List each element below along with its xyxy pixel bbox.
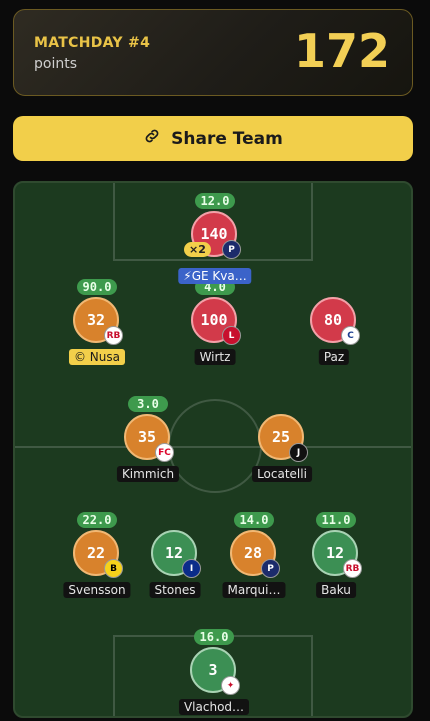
player-points-chip: 12.0	[195, 193, 235, 209]
player-name: Stones	[149, 582, 201, 598]
club-badge-icon: ✦	[221, 676, 240, 695]
matchday-summary-card: MATCHDAY #4 points 172	[13, 9, 413, 96]
player-name: Locatelli	[252, 466, 312, 482]
player-name-captain: © Nusa	[68, 349, 126, 365]
player-name: Kimmich	[116, 466, 180, 482]
player-name: Svensson	[63, 582, 131, 598]
player-points-chip: 14.0	[234, 512, 274, 528]
player-card-paz[interactable]: 80 C Paz	[289, 276, 379, 366]
points-value: 172	[293, 24, 390, 78]
club-badge-icon: P	[222, 240, 241, 259]
matchday-label: MATCHDAY #4	[34, 35, 151, 51]
club-badge-icon: L	[222, 326, 241, 345]
player-points-chip: 16.0	[194, 629, 234, 645]
player-card-stones[interactable]: 12 I Stones	[130, 509, 220, 599]
player-card-kvaratskhelia[interactable]: 12.0 140 P ×2 ⚡GE Kva…	[170, 190, 260, 284]
share-team-label: Share Team	[171, 128, 283, 149]
player-card-marquinhos[interactable]: 14.0 28 P Marqui…	[209, 509, 299, 599]
player-name: Wirtz	[194, 349, 236, 365]
player-card-goalkeeper[interactable]: 16.0 3 ✦ Vlachod…	[169, 626, 259, 716]
player-points-chip: 22.0	[77, 512, 117, 528]
player-card-baku[interactable]: 11.0 12 RB Baku	[291, 509, 381, 599]
link-icon	[143, 127, 161, 150]
club-badge-icon: RB	[343, 559, 362, 578]
club-badge-icon: RB	[104, 326, 123, 345]
player-card-svensson[interactable]: 22.0 22 B Svensson	[52, 509, 142, 599]
player-points-chip: 11.0	[316, 512, 356, 528]
club-badge-icon: FC	[155, 443, 174, 462]
pitch: 16.0 3 ✦ Vlachod… 22.0 22 B Svensson 12 …	[13, 181, 413, 718]
multiplier-badge: ×2	[184, 242, 211, 257]
club-badge-icon: C	[341, 326, 360, 345]
player-name-boosted: ⚡GE Kva…	[178, 268, 252, 284]
player-card-kimmich[interactable]: 3.0 35 FC Kimmich	[103, 393, 193, 483]
club-badge-icon: J	[289, 443, 308, 462]
club-badge-icon: I	[182, 559, 201, 578]
player-card-locatelli[interactable]: 25 J Locatelli	[237, 393, 327, 483]
player-card-wirtz[interactable]: 4.0 100 L Wirtz	[170, 276, 260, 366]
share-team-button[interactable]: Share Team	[13, 116, 413, 161]
player-name: Paz	[318, 349, 350, 365]
player-points-chip: 90.0	[77, 279, 117, 295]
player-name: Vlachod…	[178, 699, 250, 715]
player-card-nusa[interactable]: 90.0 32 RB © Nusa	[52, 276, 142, 366]
player-name: Marqui…	[222, 582, 286, 598]
points-label: points	[34, 56, 77, 72]
player-name: Baku	[316, 582, 356, 598]
club-badge-icon: B	[104, 559, 123, 578]
player-points-chip: 3.0	[128, 396, 168, 412]
club-badge-icon: P	[261, 559, 280, 578]
